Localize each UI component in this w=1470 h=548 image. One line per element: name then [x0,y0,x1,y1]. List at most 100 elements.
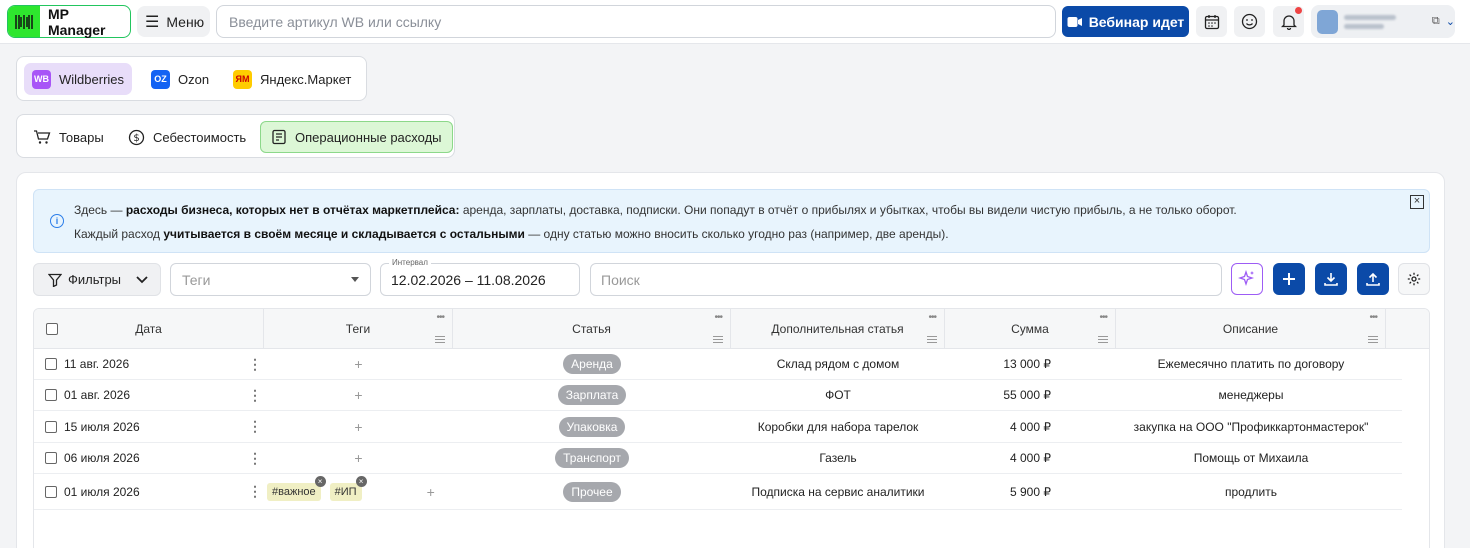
sum-cell[interactable]: 4 000 ₽ [945,411,1116,442]
extra-cell[interactable]: Коробки для набора тарелок [731,411,945,442]
add-button[interactable] [1273,263,1305,295]
category-cell[interactable]: Упаковка [453,411,731,442]
search-input[interactable]: Поиск [590,263,1222,296]
row-menu-icon[interactable]: ⋮ [248,380,262,410]
tag-chip[interactable]: #важное × [267,475,326,501]
chevron-down-icon[interactable]: ⌄ [1446,15,1455,28]
ai-sparkle-button[interactable] [1231,263,1263,295]
sum-cell[interactable]: 13 000 ₽ [945,349,1116,379]
table-row[interactable]: 15 июля 2026 ⋮ + Упаковка Коробки для на… [34,411,1402,443]
date-value: 11 авг. 2026 [64,357,130,371]
row-menu-icon[interactable]: ⋮ [248,349,262,379]
sum-cell[interactable]: 55 000 ₽ [945,380,1116,410]
sum-cell[interactable]: 5 900 ₽ [945,474,1116,509]
description-cell[interactable]: Помощь от Михаила [1116,443,1386,473]
column-menu-icon[interactable] [713,336,723,343]
row-checkbox[interactable] [45,358,57,370]
more-icon[interactable]: ••• [928,312,936,323]
tags-cell[interactable]: + [264,380,453,410]
tab-yandex-market[interactable]: ЯМ Яндекс.Маркет [225,63,359,95]
add-tag-icon[interactable]: + [354,450,362,466]
tags-cell[interactable]: + [264,411,453,442]
calendar-icon[interactable] [1196,6,1227,37]
tab-products[interactable]: Товары [23,121,114,153]
tab-cost-price[interactable]: $ Себестоимость [118,121,256,153]
more-icon[interactable]: ••• [436,312,444,323]
category-pill: Аренда [563,354,621,374]
tags-select[interactable]: Теги [170,263,371,296]
tags-cell[interactable]: #важное × #ИП × + [264,474,453,509]
upload-button[interactable] [1357,263,1389,295]
tab-ozon[interactable]: OZ Ozon [143,63,217,95]
category-cell[interactable]: Аренда [453,349,731,379]
column-menu-icon[interactable] [1098,336,1108,343]
description-cell[interactable]: менеджеры [1116,380,1386,410]
column-menu-icon[interactable] [927,336,937,343]
extra-cell[interactable]: ФОТ [731,380,945,410]
description-cell[interactable]: Ежемесячно платить по договору [1116,349,1386,379]
column-category[interactable]: Статья ••• [453,309,731,349]
row-menu-icon[interactable]: ⋮ [248,443,262,473]
add-tag-icon[interactable]: + [354,419,362,435]
article-search-input[interactable]: Введите артикул WB или ссылку [216,5,1056,38]
close-icon[interactable]: × [1410,195,1424,209]
bell-icon[interactable] [1273,6,1304,37]
category-cell[interactable]: Зарплата [453,380,731,410]
add-tag-icon[interactable]: + [427,484,435,500]
brand-logo-button[interactable]: MP Manager [7,5,131,38]
profile-button[interactable]: ⧉ ⌄ [1311,5,1455,38]
column-menu-icon[interactable] [435,336,445,343]
column-date-label: Дата [135,322,162,336]
row-checkbox[interactable] [45,452,57,464]
extra-cell[interactable]: Подписка на сервис аналитики [731,474,945,509]
table-row[interactable]: 11 авг. 2026 ⋮ + Аренда Склад рядом с до… [34,349,1402,380]
interval-input[interactable]: Интервал 12.02.2026 – 11.08.2026 [380,258,580,296]
more-icon[interactable]: ••• [714,312,722,323]
more-icon[interactable]: ••• [1369,312,1377,323]
select-all-checkbox[interactable] [46,323,58,335]
tab-operational-expenses[interactable]: Операционные расходы [260,121,453,153]
add-tag-icon[interactable]: + [354,356,362,372]
row-checkbox[interactable] [45,420,57,433]
menu-button[interactable]: ☰ Меню [137,6,210,37]
remove-tag-icon[interactable]: × [314,475,326,487]
category-pill: Транспорт [555,448,629,468]
category-cell[interactable]: Прочее [453,474,731,509]
settings-button[interactable] [1398,263,1430,295]
download-button[interactable] [1315,263,1347,295]
copy-icon[interactable]: ⧉ [1432,15,1440,28]
column-extra[interactable]: Дополнительная статья ••• [731,309,945,349]
tag-chip[interactable]: #ИП × [329,475,367,501]
column-menu-icon[interactable] [1368,336,1378,343]
row-menu-icon[interactable]: ⋮ [248,411,262,442]
webinar-button[interactable]: Вебинар идет [1062,6,1189,37]
extra-cell[interactable]: Склад рядом с домом [731,349,945,379]
column-date[interactable]: Дата [34,309,264,349]
date-value: 15 июля 2026 [64,419,140,434]
category-cell[interactable]: Транспорт [453,443,731,473]
add-tag-icon[interactable]: + [354,387,362,403]
smile-icon[interactable] [1234,6,1265,37]
marketplace-tabs: WB Wildberries OZ Ozon ЯМ Яндекс.Маркет [16,56,367,101]
more-icon[interactable]: ••• [1099,312,1107,323]
ozon-badge-icon: OZ [151,69,170,89]
top-bar: MP Manager ☰ Меню Введите артикул WB или… [0,0,1470,44]
column-tags[interactable]: Теги ••• [264,309,453,349]
sum-cell[interactable]: 4 000 ₽ [945,443,1116,473]
description-cell[interactable]: закупка на ООО "Профиккартонмастерок" [1116,411,1386,442]
filters-button[interactable]: Фильтры [33,263,161,296]
table-row[interactable]: 01 авг. 2026 ⋮ + Зарплата ФОТ 55 000 ₽ м… [34,380,1402,411]
tags-cell[interactable]: + [264,349,453,379]
column-description[interactable]: Описание ••• [1116,309,1386,349]
row-menu-icon[interactable]: ⋮ [248,474,262,509]
tab-wildberries[interactable]: WB Wildberries [24,63,133,95]
column-sum[interactable]: Сумма ••• [945,309,1116,349]
table-row[interactable]: 01 июля 2026 ⋮ #важное × #ИП × + Прочее По… [34,474,1402,510]
extra-cell[interactable]: Газель [731,443,945,473]
tags-cell[interactable]: + [264,443,453,473]
remove-tag-icon[interactable]: × [355,475,367,487]
row-checkbox[interactable] [45,485,57,498]
row-checkbox[interactable] [45,389,57,401]
table-row[interactable]: 06 июля 2026 ⋮ + Транспорт Газель 4 000 … [34,443,1402,474]
description-cell[interactable]: продлить [1116,474,1386,509]
